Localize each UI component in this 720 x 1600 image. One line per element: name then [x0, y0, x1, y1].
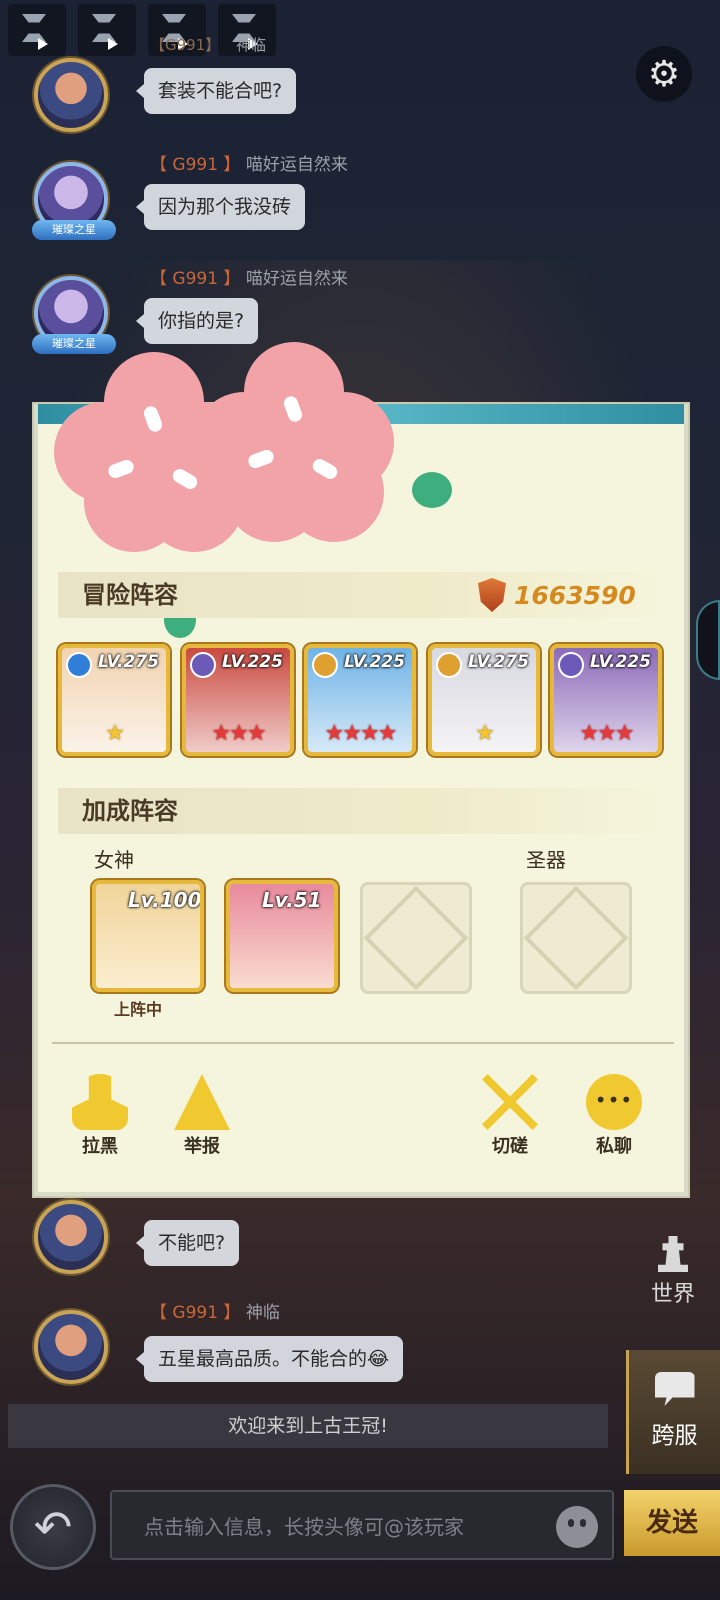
cut-sender-server: 【G991】	[150, 36, 221, 54]
block-user-icon	[72, 1074, 128, 1130]
player-info-panel: 冒险阵容 1663590 LV.275 ★ LV.225 ★★★ LV.225 ★★★★ L…	[34, 342, 688, 1196]
goddess-level: Lv.51	[262, 888, 322, 912]
combat-power-value: 1663590	[514, 580, 636, 610]
chat-icon	[654, 1372, 695, 1406]
emoji-icon[interactable]	[556, 1506, 598, 1548]
combat-power: 1663590	[478, 576, 636, 614]
system-notice: 欢迎来到上古王冠!	[8, 1404, 608, 1448]
tab-cross-server[interactable]: 跨服	[626, 1350, 720, 1474]
hero-card[interactable]: LV.225 ★★★	[550, 644, 662, 756]
avatar[interactable]: 璀璨之星	[32, 162, 116, 240]
divider	[52, 1042, 674, 1044]
warning-icon	[174, 1074, 230, 1130]
duel-button[interactable]: 切磋	[470, 1074, 550, 1158]
section-title: 冒险阵容	[82, 581, 178, 609]
faction-badge-icon	[190, 652, 216, 678]
gear-icon: ⚙	[647, 53, 681, 95]
hero-stars: ★★★	[211, 721, 266, 746]
hero-level: LV.225	[344, 652, 405, 672]
crossed-swords-icon	[482, 1074, 538, 1130]
chat-input-placeholder: 点击输入信息，长按头像可@该玩家	[144, 1515, 464, 1539]
send-button[interactable]: 发送	[624, 1490, 720, 1556]
message-bubble[interactable]: 你指的是?	[135, 298, 259, 344]
shield-icon	[478, 578, 506, 612]
artifact-label: 圣器	[526, 848, 566, 872]
artifact-placeholder-icon	[523, 885, 629, 991]
hero-card[interactable]: LV.275 ★	[58, 644, 170, 756]
chat-bubble-icon	[586, 1074, 642, 1130]
hero-card[interactable]: LV.225 ★★★	[182, 644, 294, 756]
duel-label: 切磋	[492, 1136, 528, 1157]
bonus-lineup-header: 加成阵容	[58, 788, 672, 834]
cut-sender-name: 神临	[236, 36, 267, 54]
leaf-icon	[412, 472, 452, 508]
private-chat-button[interactable]: 私聊	[574, 1074, 654, 1158]
private-chat-label: 私聊	[596, 1136, 632, 1157]
side-drawer-handle[interactable]	[696, 600, 720, 680]
faction-badge-icon	[66, 652, 92, 678]
tab-world[interactable]: 世界	[626, 1236, 720, 1326]
avatar[interactable]	[34, 1200, 108, 1274]
play-icon	[108, 38, 118, 50]
message-bubble[interactable]: 因为那个我没砖	[135, 184, 306, 230]
sender-line: 【 G991 】 神临	[150, 1298, 280, 1323]
report-label: 举报	[184, 1136, 220, 1157]
block-button[interactable]: 拉黑	[60, 1074, 140, 1158]
sender-name: 喵好运自然来	[245, 269, 348, 289]
faction-badge-icon	[558, 652, 584, 678]
message-bubble[interactable]: 套装不能合吧?	[135, 68, 297, 114]
hero-level: LV.275	[468, 652, 529, 672]
message-bubble[interactable]: 不能吧?	[135, 1220, 240, 1266]
avatar[interactable]: 璀璨之星	[32, 276, 116, 354]
voice-message-1[interactable]	[8, 4, 66, 56]
chat-input[interactable]: 点击输入信息，长按头像可@该玩家	[110, 1490, 614, 1560]
hero-stars: ★	[105, 721, 125, 746]
adventure-lineup-header: 冒险阵容 1663590	[58, 572, 672, 618]
goddess-placeholder-icon	[363, 885, 469, 991]
sender-server: 【 G991 】	[150, 155, 241, 175]
section-title: 加成阵容	[82, 797, 178, 825]
block-label: 拉黑	[82, 1136, 118, 1157]
goddess-label: 女神	[94, 848, 134, 872]
goddess-slot[interactable]: Lv.51	[226, 880, 338, 992]
tab-cross-server-label: 跨服	[651, 1423, 698, 1449]
report-button[interactable]: 举报	[162, 1074, 242, 1158]
sender-name: 神临	[245, 1303, 280, 1323]
message-bubble[interactable]: 五星最高品质。不能合的😂	[135, 1336, 404, 1382]
avatar-title-tag: 璀璨之星	[32, 220, 116, 240]
empty-artifact-slot[interactable]	[520, 882, 632, 994]
goddess-slot[interactable]: Lv.100	[92, 880, 204, 992]
faction-badge-icon	[436, 652, 462, 678]
hero-level: LV.225	[222, 652, 283, 672]
faction-badge-icon	[312, 652, 338, 678]
hero-card[interactable]: LV.225 ★★★★	[304, 644, 416, 756]
avatar[interactable]	[34, 1310, 108, 1384]
sender-server: 【 G991 】	[150, 1303, 241, 1323]
avatar[interactable]	[34, 58, 108, 132]
back-arrow-icon: ↶	[33, 1500, 73, 1554]
sender-line: 【 G991 】 喵好运自然来	[150, 264, 348, 289]
empty-goddess-slot[interactable]	[360, 882, 472, 994]
hero-level: LV.275	[98, 652, 159, 672]
settings-button[interactable]: ⚙	[636, 46, 692, 102]
tab-world-label: 世界	[650, 1282, 695, 1307]
hero-stars: ★★★	[579, 721, 634, 746]
hero-stars: ★	[475, 721, 495, 746]
back-button[interactable]: ↶	[10, 1484, 96, 1570]
sender-name: 喵好运自然来	[245, 155, 348, 175]
on-team-label: 上阵中	[114, 1000, 163, 1019]
hero-stars: ★★★★	[324, 721, 398, 746]
hero-card[interactable]: LV.275 ★	[428, 644, 540, 756]
voice-message-2[interactable]	[78, 4, 136, 56]
sender-line: 【 G991 】 喵好运自然来	[150, 150, 348, 175]
castle-icon	[658, 1236, 688, 1272]
hero-level: LV.225	[590, 652, 651, 672]
flower-icon	[194, 342, 394, 542]
sender-server: 【 G991 】	[150, 269, 241, 289]
goddess-level: Lv.100	[128, 888, 202, 912]
play-icon	[38, 38, 48, 50]
